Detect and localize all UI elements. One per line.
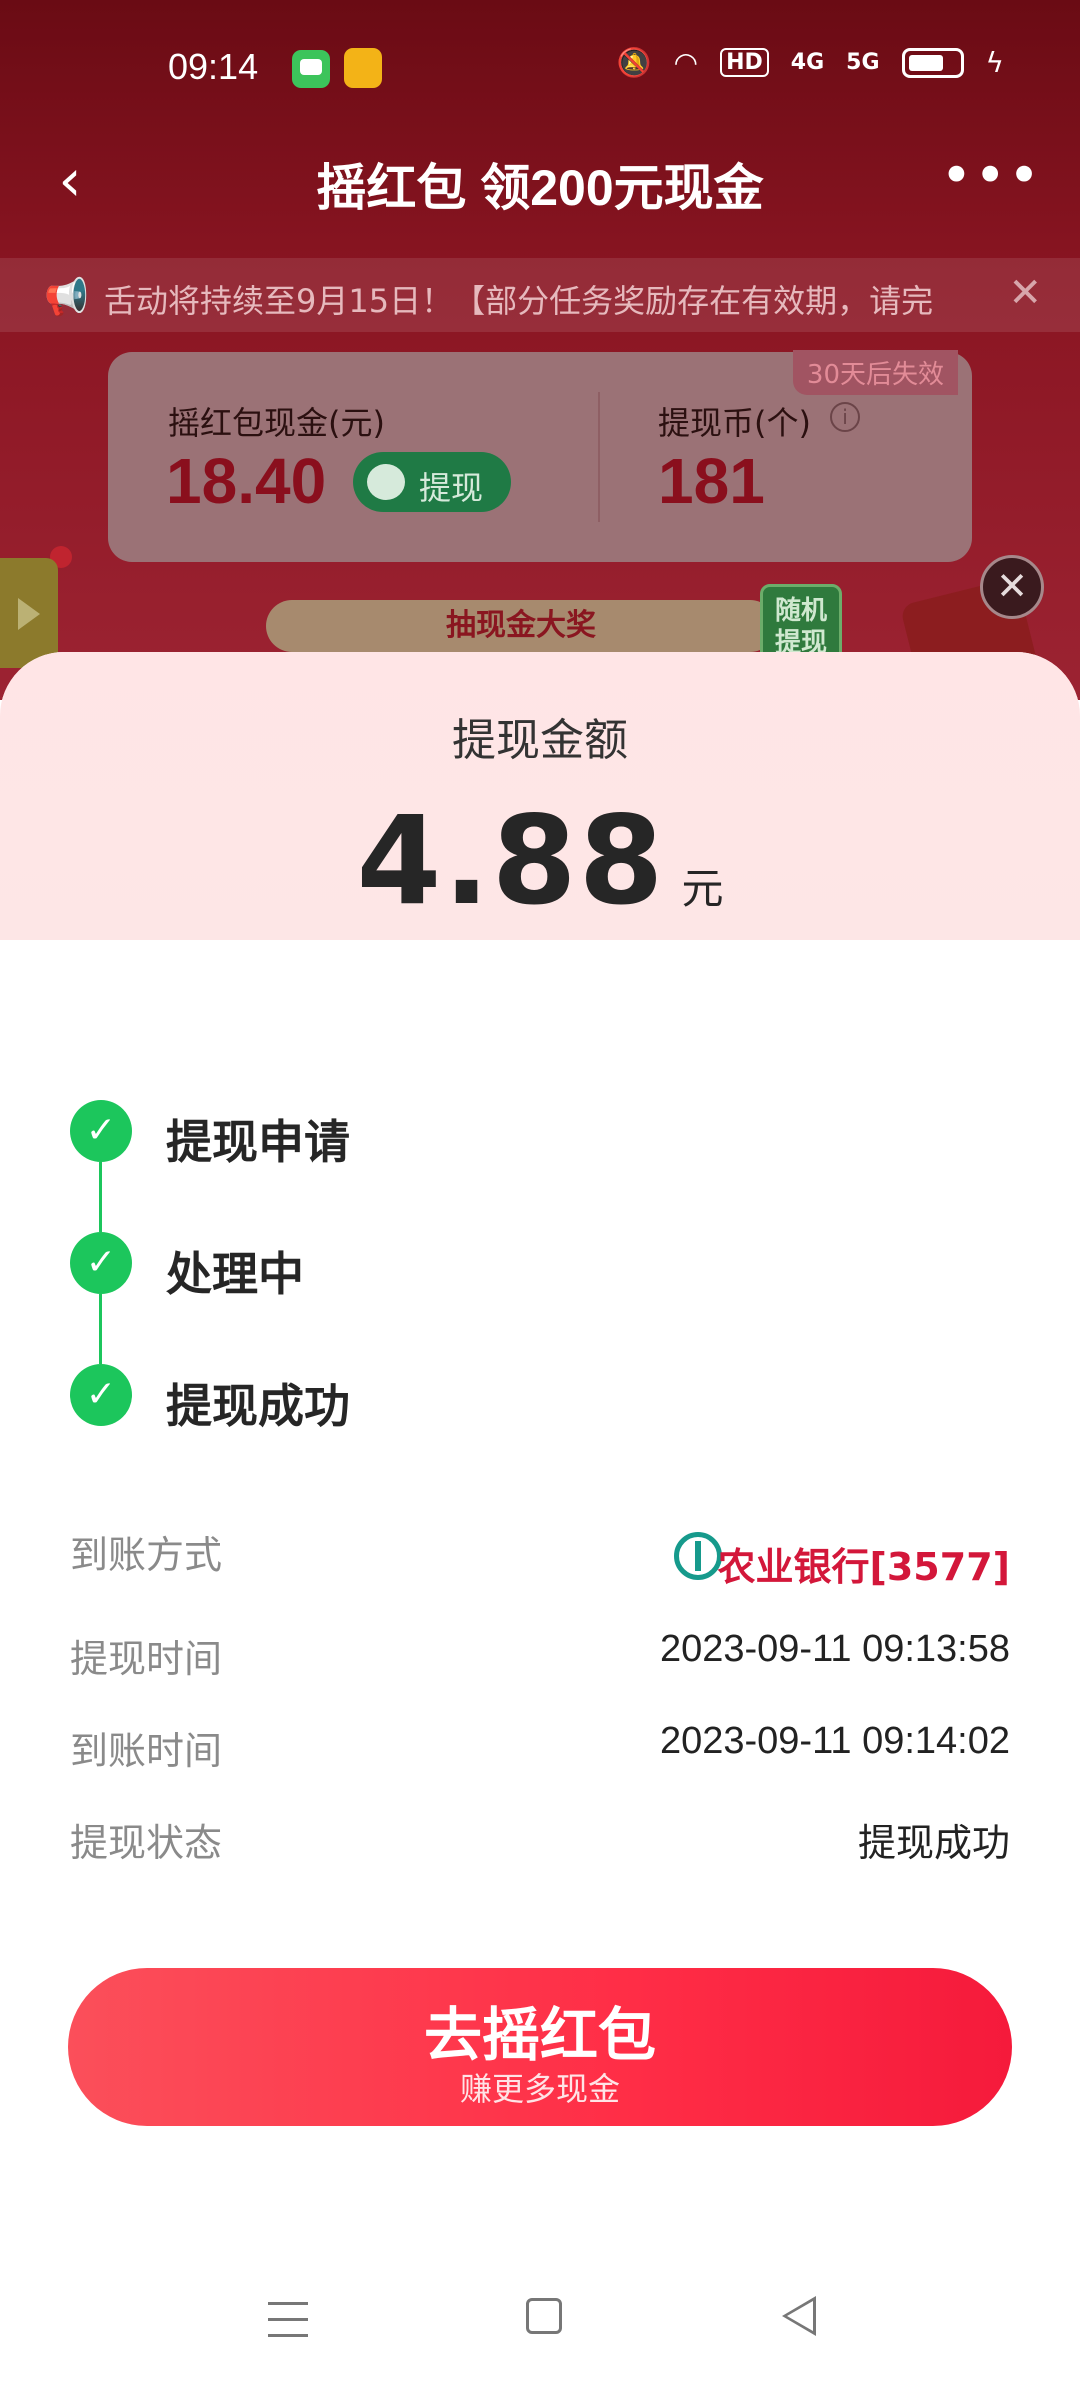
game-app-icon — [344, 48, 382, 88]
page-title: 摇红包 领200元现金 — [316, 160, 764, 216]
info-value: 提现成功 — [857, 1823, 1010, 1865]
step-processing: ✓ 处理中 — [70, 1232, 970, 1301]
progress-steps: ✓ 提现申请 ✓ 处理中 ✓ 提现成功 — [70, 1100, 970, 1433]
wifi-icon: ◠ — [673, 46, 699, 79]
signal-4g-icon: 4G — [790, 50, 825, 75]
shake-red-envelope-button[interactable]: 去摇红包 赚更多现金 — [68, 1968, 1012, 2126]
charging-icon: ϟ — [985, 46, 1004, 79]
amount-label: 提现金额 — [452, 715, 628, 766]
step-label: 处理中 — [166, 1247, 304, 1301]
wechat-icon — [367, 464, 405, 500]
notice-close-icon[interactable]: ✕ — [1008, 270, 1042, 316]
info-row-method: 到账方式 农业银行[3577] — [70, 1510, 1010, 1614]
notice-text: 舌动将持续至9月15日！【部分任务奖励存在有效期，请完 — [104, 282, 934, 320]
coin-label: 提现币(个) — [658, 404, 811, 442]
menu-icon[interactable] — [268, 2302, 308, 2338]
battery-icon — [901, 47, 964, 78]
expire-tag: 30天后失效 — [792, 350, 958, 395]
back-triangle-icon[interactable] — [782, 2296, 816, 2336]
check-icon: ✓ — [70, 1100, 132, 1162]
info-key: 提现时间 — [70, 1637, 223, 1681]
random-tag-line1: 随机 — [774, 596, 827, 626]
step-connector — [99, 1294, 102, 1364]
lottery-bar[interactable]: 抽现金大奖 — [266, 600, 776, 652]
bank-account: 农业银行[3577] — [717, 1545, 1011, 1589]
withdraw-info: 到账方式 农业银行[3577] 提现时间 2023-09-11 09:13:58… — [70, 1510, 1010, 1890]
withdraw-button-label: 提现 — [419, 469, 484, 507]
step-connector — [99, 1162, 102, 1232]
check-icon: ✓ — [70, 1232, 132, 1294]
cta-title: 去摇红包 — [423, 2001, 656, 2069]
close-sheet-icon[interactable]: ✕ — [980, 555, 1044, 619]
card-divider — [598, 392, 600, 522]
info-icon[interactable]: i — [830, 402, 860, 432]
info-value: 2023-09-11 09:13:58 — [659, 1628, 1010, 1670]
info-key: 提现状态 — [70, 1821, 223, 1865]
info-key: 到账方式 — [70, 1533, 223, 1577]
info-row-status: 提现状态 提现成功 — [70, 1798, 1010, 1890]
amount-unit: 元 — [681, 864, 724, 913]
sheet-header: 提现金额 4.88 元 — [0, 652, 1080, 940]
signal-5g-icon: 5G — [846, 50, 880, 75]
info-row-arrive-time: 到账时间 2023-09-11 09:14:02 — [70, 1706, 1010, 1798]
info-key: 到账时间 — [70, 1729, 223, 1773]
bank-logo-icon — [674, 1532, 722, 1580]
status-icons: 🔕 ◠ HD 4G 5G ϟ — [617, 46, 1004, 79]
balance-card: 30天后失效 摇红包现金(元) 18.40 提现 提现币(个) i 181 — [108, 350, 972, 562]
withdraw-result-sheet: 提现金额 4.88 元 ✓ 提现申请 ✓ 处理中 ✓ 提现成功 到账方式 农业银行… — [0, 652, 1080, 2400]
home-icon[interactable] — [526, 2298, 562, 2334]
check-icon: ✓ — [70, 1364, 132, 1426]
status-bar: 09:14 🔕 ◠ HD 4G 5G ϟ — [0, 0, 1080, 130]
nav-bar: ‹ 摇红包 领200元现金 ••• — [0, 130, 1080, 230]
info-row-apply-time: 提现时间 2023-09-11 09:13:58 — [70, 1614, 1010, 1706]
mute-icon: 🔕 — [616, 46, 652, 79]
more-icon[interactable]: ••• — [940, 144, 1042, 207]
cta-subtitle: 赚更多现金 — [459, 2070, 620, 2108]
amount-row: 4.88 元 — [0, 790, 1080, 932]
notice-bar: 📢 舌动将持续至9月15日！【部分任务奖励存在有效期，请完 ✕ — [0, 258, 1080, 332]
amount-value: 4.88 — [356, 790, 666, 932]
status-time: 09:14 — [168, 46, 259, 87]
step-label: 提现成功 — [166, 1379, 350, 1433]
megaphone-icon: 📢 — [44, 277, 89, 318]
withdraw-button[interactable]: 提现 — [353, 452, 511, 512]
messages-app-icon — [292, 50, 330, 88]
info-value: 2023-09-11 09:14:02 — [659, 1720, 1010, 1762]
background-page: 09:14 🔕 ◠ HD 4G 5G ϟ ‹ 摇红包 领200元现金 ••• 📢… — [0, 0, 1080, 700]
system-nav-bar — [0, 2252, 1080, 2400]
step-apply: ✓ 提现申请 — [70, 1100, 970, 1169]
cash-label: 摇红包现金(元) — [168, 404, 385, 442]
coin-value: 181 — [658, 445, 765, 517]
hd-icon: HD — [720, 48, 769, 77]
step-label: 提现申请 — [166, 1115, 350, 1169]
cash-value: 18.40 — [166, 445, 327, 517]
step-success: ✓ 提现成功 — [70, 1364, 970, 1433]
